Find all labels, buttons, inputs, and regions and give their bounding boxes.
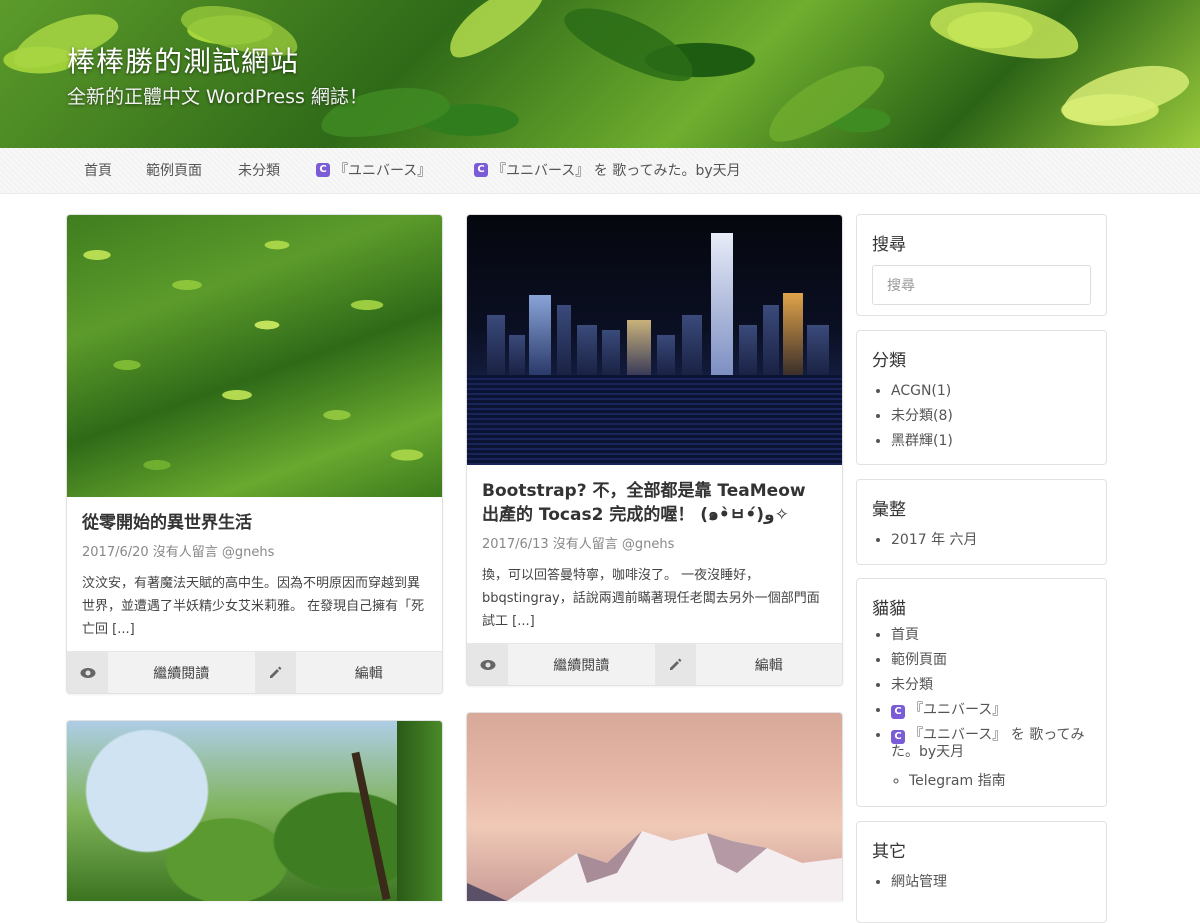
page-item-universe[interactable]: C 『ユニバース』 [891,698,1106,723]
site-header: 棒棒勝的測試網站 全新的正體中文 WordPress 網誌！ [0,0,1200,148]
page-item-uncategorized[interactable]: 未分類 [891,673,1106,698]
post-excerpt: 換，可以回答曼特寧，咖啡沒了。 一夜沒睡好，bbqstingray，話說兩週前瞞… [482,568,820,629]
category-icon: C [474,163,488,177]
building-tower [711,233,733,375]
post-card: 從零開始的異世界生活 2017/6/20 沒有人留言 @gnehs 汶汶安，有著… [66,214,443,694]
page-item-sample[interactable]: 範例頁面 [891,648,1106,673]
nav-item-home[interactable]: 首頁 [84,160,112,180]
category-item[interactable]: 黑群輝(1) [891,429,1106,454]
post-excerpt: 汶汶安，有著魔法天賦的高中生。因為不明原因而穿越到異世界，並遭遇了半妖精少女艾米… [82,576,425,637]
widget-title: 彙整 [872,500,906,520]
nav-item-universe-cover[interactable]: C 『ユニバース』 を 歌ってみた。by天月 [474,160,741,180]
widget-title: 其它 [872,842,906,862]
nav-item-label: 『ユニバース』 を 歌ってみた。by天月 [492,163,741,179]
nav-item-universe[interactable]: C 『ユニバース』 [316,160,431,180]
nav-item-sample-page[interactable]: 範例頁面 [146,160,202,180]
nav-item-label: 範例頁面 [146,163,202,179]
pencil-icon[interactable] [254,652,296,693]
header-leaf [556,0,704,94]
archive-item[interactable]: 2017 年 六月 [891,528,1106,553]
category-item[interactable]: ACGN(1) [891,379,1106,404]
page-item-label: 『ユニバース』 [909,702,1007,718]
nav-item-label: 首頁 [84,163,112,179]
post-title[interactable]: Bootstrap? 不，全部都是靠 TeaMeow 出產的 Tocas2 完成… [482,479,827,527]
building [509,335,525,375]
mountain-shape [467,831,842,901]
category-icon: C [891,705,905,719]
post-meta: 2017/6/20 沒有人留言 @gnehs [82,545,275,560]
building [682,315,702,375]
edit-button[interactable]: 編輯 [296,652,443,693]
building [602,330,620,375]
widget-title: 搜尋 [872,235,906,255]
post-thumbnail-leaves[interactable] [67,215,442,497]
building [763,305,779,375]
page-item-home[interactable]: 首頁 [891,623,1106,648]
post-card: Bootstrap? 不，全部都是靠 TeaMeow 出產的 Tocas2 完成… [466,214,843,686]
category-icon: C [316,163,330,177]
post-card [66,720,443,901]
widget-search: 搜尋 搜尋 [856,214,1107,316]
widget-pages: 貓貓 首頁 範例頁面 未分類 C『ユニバース』 C『ユニバース』 を 歌ってみた… [856,578,1107,807]
widget-categories: 分類 ACGN(1) 未分類(8) 黑群輝(1) [856,330,1107,465]
meta-list: 網站管理 [857,870,1106,895]
building [783,293,803,375]
widget-archives: 彙整 2017 年 六月 [856,479,1107,565]
post-thumbnail-tree[interactable] [67,721,442,901]
building [627,320,651,375]
nav-item-uncategorized[interactable]: 未分類 [238,160,280,180]
meta-item-admin[interactable]: 網站管理 [891,870,1106,895]
harbour-water [467,375,842,465]
header-leaf [757,50,893,148]
main-nav: 首頁 範例頁面 未分類 C 『ユニバース』 C 『ユニバース』 を 歌ってみた。by… [0,148,1200,194]
archive-list: 2017 年 六月 [857,528,1106,553]
post-meta: 2017/6/13 沒有人留言 @gnehs [482,537,675,552]
tree-foliage [397,721,442,901]
widget-meta: 其它 網站管理 [856,821,1107,923]
site-title[interactable]: 棒棒勝的測試網站 [67,40,299,80]
building [739,325,757,375]
edit-button[interactable]: 編輯 [696,644,843,685]
search-input[interactable]: 搜尋 [872,265,1091,305]
building [657,335,675,375]
page-list: 首頁 範例頁面 未分類 C『ユニバース』 C『ユニバース』 を 歌ってみた。by… [857,623,1106,794]
post-title[interactable]: 從零開始的異世界生活 [82,511,427,535]
post-thumbnail-mountain[interactable] [467,713,842,901]
widget-title: 分類 [872,351,906,371]
read-more-button[interactable]: 繼續閱讀 [108,652,255,693]
header-leaf [926,0,1084,68]
page-item-universe-cover[interactable]: C『ユニバース』 を 歌ってみた。by天月 [891,723,1106,765]
eye-icon[interactable] [467,644,508,685]
nav-item-label: 未分類 [238,163,280,179]
post-actions: 繼續閱讀 編輯 [67,651,442,693]
building [529,295,551,375]
header-leaf [1056,53,1194,133]
category-item[interactable]: 未分類(8) [891,404,1106,429]
building [557,305,571,375]
header-leaf [438,0,552,68]
site-tagline: 全新的正體中文 WordPress 網誌！ [67,86,368,108]
widget-title: 貓貓 [872,599,906,619]
nav-item-label: 『ユニバース』 [334,163,432,179]
post-actions: 繼續閱讀 編輯 [467,643,842,685]
post-thumbnail-city[interactable] [467,215,842,465]
eye-icon[interactable] [67,652,108,693]
building [487,315,505,375]
read-more-button[interactable]: 繼續閱讀 [508,644,655,685]
category-list: ACGN(1) 未分類(8) 黑群輝(1) [857,379,1106,454]
post-card [466,712,843,901]
building [807,325,829,375]
building [577,325,597,375]
pencil-icon[interactable] [654,644,696,685]
page-item-telegram[interactable]: Telegram 指南 [909,769,1106,794]
tree-trunk [351,751,391,901]
page-item-label: 『ユニバース』 を 歌ってみた。by天月 [891,727,1085,760]
category-icon: C [891,730,905,744]
